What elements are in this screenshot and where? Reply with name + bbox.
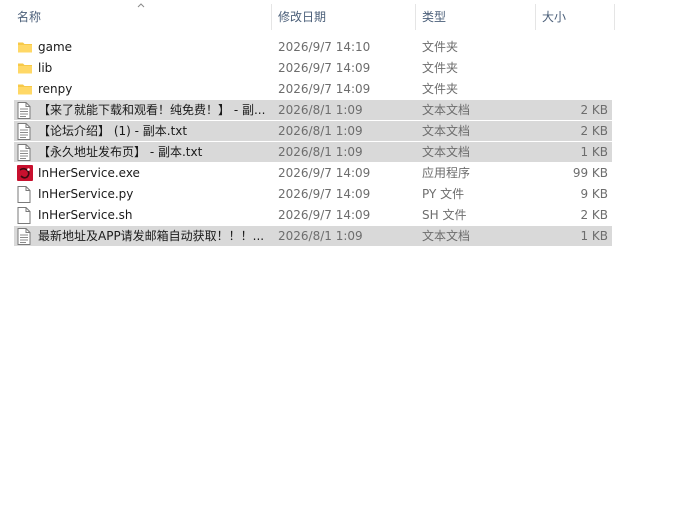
blank-file-icon [17,184,35,204]
folder-icon [17,37,35,57]
file-size: 9 KB [580,187,608,201]
file-row[interactable]: InHerService.exe 2026/9/7 14:09 应用程序 99 KB [14,163,612,183]
sort-ascending-icon[interactable] [135,0,147,10]
text-file-icon [17,100,35,120]
file-size [536,58,608,78]
file-modified-date: 2026/9/7 14:10 [278,40,371,54]
file-row[interactable]: 【来了就能下载和观看！纯免费！】 - 副... 2026/8/1 1:09 文本文档… [14,100,612,120]
file-name: renpy [38,82,73,96]
column-divider[interactable] [614,4,615,30]
file-modified-date: 2026/8/1 1:09 [278,124,363,138]
file-modified-date: 2026/9/7 14:09 [278,82,371,96]
column-header-name[interactable]: 名称 [17,0,41,34]
file-type: 应用程序 [422,166,471,180]
text-file-icon [17,142,35,162]
column-header: 名称 修改日期 类型 大小 [0,0,687,34]
file-name: InHerService.sh [38,208,133,222]
file-type: 文本文档 [422,229,471,243]
column-divider[interactable] [271,4,272,30]
file-name: InHerService.exe [38,166,140,180]
file-type: PY 文件 [422,187,465,201]
file-row[interactable]: 【永久地址发布页】 - 副本.txt 2026/8/1 1:09 文本文档 1 KB [14,142,612,162]
file-row[interactable]: InHerService.sh 2026/9/7 14:09 SH 文件 2 KB [14,205,612,225]
text-file-icon [17,121,35,141]
file-type: 文件夹 [422,40,459,54]
file-name: 【论坛介绍】 (1) - 副本.txt [38,124,188,138]
file-size: 2 KB [580,124,608,138]
file-size: 2 KB [580,208,608,222]
file-size: 99 KB [572,166,608,180]
file-modified-date: 2026/8/1 1:09 [278,103,363,117]
file-type: SH 文件 [422,208,467,222]
file-type: 文本文档 [422,103,471,117]
file-modified-date: 2026/9/7 14:09 [278,208,371,222]
file-modified-date: 2026/9/7 14:09 [278,61,371,75]
file-size [536,37,608,57]
file-row[interactable]: lib 2026/9/7 14:09 文件夹 [14,58,612,78]
column-divider[interactable] [535,4,536,30]
file-type: 文本文档 [422,124,471,138]
file-size [536,79,608,99]
file-size: 1 KB [580,229,608,243]
column-header-type[interactable]: 类型 [422,0,446,34]
file-name: 最新地址及APP请发邮箱自动获取！！！... [38,229,265,243]
folder-icon [17,79,35,99]
column-divider[interactable] [415,4,416,30]
folder-icon [17,58,35,78]
file-row[interactable]: game 2026/9/7 14:10 文件夹 [14,37,612,57]
blank-file-icon [17,205,35,225]
file-type: 文件夹 [422,61,459,75]
file-row[interactable]: 【论坛介绍】 (1) - 副本.txt 2026/8/1 1:09 文本文档 2 KB [14,121,612,141]
file-name: 【来了就能下载和观看！纯免费！】 - 副... [38,103,266,117]
file-row[interactable]: 最新地址及APP请发邮箱自动获取！！！... 2026/8/1 1:09 文本文档 1… [14,226,612,246]
file-modified-date: 2026/8/1 1:09 [278,229,363,243]
file-size: 2 KB [580,103,608,117]
file-modified-date: 2026/9/7 14:09 [278,187,371,201]
file-name: InHerService.py [38,187,134,201]
text-file-icon [17,226,35,246]
file-modified-date: 2026/9/7 14:09 [278,166,371,180]
file-row[interactable]: InHerService.py 2026/9/7 14:09 PY 文件 9 KB [14,184,612,204]
file-name: game [38,40,73,54]
file-size: 1 KB [580,145,608,159]
file-modified-date: 2026/8/1 1:09 [278,145,363,159]
file-type: 文件夹 [422,82,459,96]
app-exe-icon [17,163,35,183]
column-header-date[interactable]: 修改日期 [278,0,326,34]
file-row[interactable]: renpy 2026/9/7 14:09 文件夹 [14,79,612,99]
column-header-size[interactable]: 大小 [542,0,566,34]
file-name: lib [38,61,53,75]
file-name: 【永久地址发布页】 - 副本.txt [38,145,203,159]
file-type: 文本文档 [422,145,471,159]
